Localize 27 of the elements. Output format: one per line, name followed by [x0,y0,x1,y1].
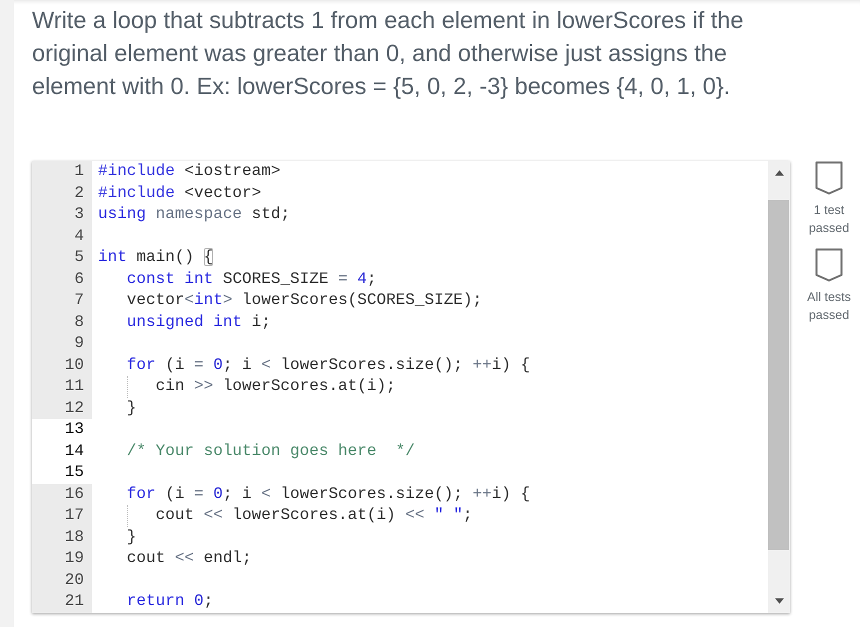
code-line[interactable]: /* Your solution goes here */ [98,440,415,462]
code-line[interactable]: return 0; [98,591,214,612]
test-status-label: All tests passed [806,289,852,324]
code-line[interactable]: int main() { [98,247,214,268]
scroll-down-icon[interactable] [774,598,784,604]
code-line[interactable]: unsigned int i; [98,312,271,333]
code-line[interactable]: for (i = 0; i < lowerScores.size(); ++i) { [98,484,530,505]
line-number: 15 [32,462,92,484]
code-line[interactable]: cout << lowerScores.at(i) << " "; [98,505,472,526]
code-editor[interactable] [32,161,790,613]
code-line[interactable]: cin >> lowerScores.at(i); [98,376,396,398]
problem-statement: Write a loop that subtracts 1 from each element in lowerScores if the original element was greater than 0, and otherwise just assigns the element with 0. Ex: lowerScores = {5, 0, 2, -3} becomes {4, 0, 1, 0}. [32,6,744,101]
test-status-label: 1 test passed [808,202,850,237]
code-line[interactable]: #include <iostream> [98,161,280,182]
code-line[interactable]: vector<int> lowerScores(SCORES_SIZE); [98,290,482,312]
line-number: 14 [32,440,92,462]
code-line[interactable]: #include <vector> [98,182,262,204]
code-line[interactable]: const int SCORES_SIZE = 4; [98,268,376,290]
scroll-up-icon[interactable] [774,170,784,176]
scrollbar[interactable] [768,161,790,613]
code-line[interactable]: } [98,526,136,548]
code-line[interactable]: cout << endl; [98,548,252,570]
code-line[interactable]: for (i = 0; i < lowerScores.size(); ++i) { [98,354,530,376]
code-line[interactable]: using namespace std; [98,204,290,226]
scrollbar-thumb[interactable] [768,200,789,550]
code-line[interactable]: } [98,398,136,419]
line-number: 13 [32,419,92,440]
